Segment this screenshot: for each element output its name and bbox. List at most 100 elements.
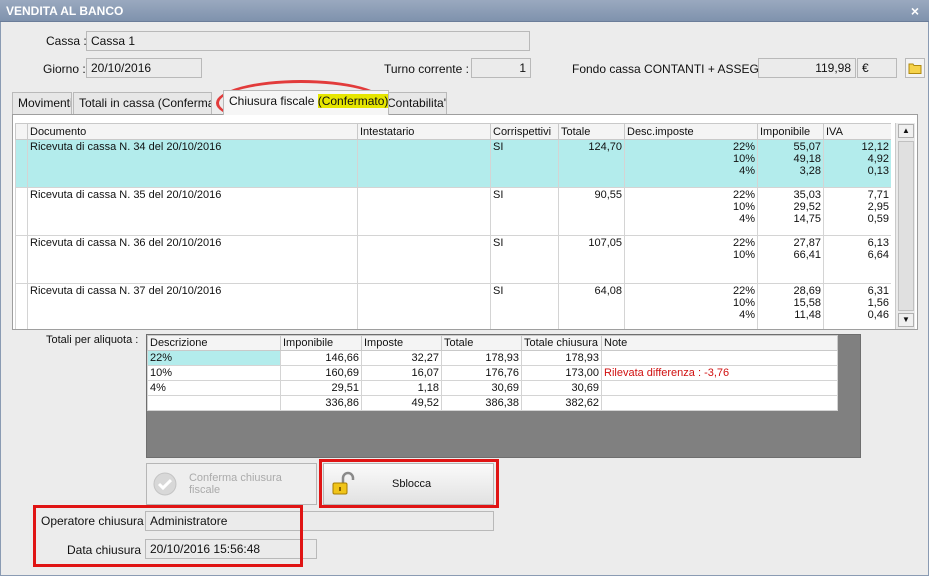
tab-chiusura-status: (Confermato) bbox=[317, 94, 389, 108]
imp-value: 66,41 bbox=[793, 249, 821, 261]
imponibile-cell: 146,66 bbox=[280, 350, 362, 366]
operatore-label: Operatore chiusura : bbox=[41, 514, 151, 528]
totale-cell: 64,08 bbox=[558, 283, 625, 329]
turno-field[interactable]: 1 bbox=[471, 58, 531, 78]
totale-cell: 176,76 bbox=[441, 365, 522, 381]
corr-cell: SI bbox=[490, 283, 559, 329]
descr-cell: 22% bbox=[147, 350, 281, 366]
data-chiusura-field[interactable]: 20/10/2016 15:56:48 bbox=[145, 539, 317, 559]
col-imposte[interactable]: Imposte bbox=[361, 335, 442, 351]
totale-cell: 107,05 bbox=[558, 235, 625, 284]
tab-chiusura-fiscale[interactable]: Chiusura fiscale (Confermato) bbox=[223, 90, 389, 115]
fondo-cassa-field[interactable]: 119,98 bbox=[758, 58, 856, 78]
aliq-cell: 22% 10% 4% bbox=[624, 187, 758, 236]
imp-value: 11,48 bbox=[794, 309, 821, 321]
tab-contabilita[interactable]: Contabilita' bbox=[381, 92, 447, 114]
col-desc-imposte[interactable]: Desc.imposte bbox=[624, 123, 758, 140]
grid-header: Documento Intestatario Corrispettivi Tot… bbox=[15, 123, 891, 140]
grid-header-indicator bbox=[15, 123, 28, 140]
imposte-cell: 32,27 bbox=[361, 350, 442, 366]
table-row[interactable]: 22% 146,66 32,27 178,93 178,93 bbox=[147, 350, 838, 366]
table-row[interactable]: Ricevuta di cassa N. 36 del 20/10/2016 S… bbox=[15, 235, 891, 284]
col-note[interactable]: Note bbox=[601, 335, 838, 351]
operatore-field[interactable]: Administratore bbox=[145, 511, 494, 531]
imp-value: 14,75 bbox=[793, 213, 821, 225]
imponibile-cell: 336,86 bbox=[280, 395, 362, 411]
iva-cell: 12,12 4,92 0,13 bbox=[823, 139, 891, 188]
iva-value: 0,59 bbox=[867, 213, 889, 225]
doc-cell: Ricevuta di cassa N. 34 del 20/10/2016 bbox=[27, 139, 358, 188]
conferma-chiusura-button[interactable]: Conferma chiusura fiscale bbox=[146, 463, 317, 505]
doc-cell: Ricevuta di cassa N. 35 del 20/10/2016 bbox=[27, 187, 358, 236]
table-row[interactable]: Ricevuta di cassa N. 37 del 20/10/2016 S… bbox=[15, 283, 891, 329]
iva-value: 6,13 bbox=[867, 237, 889, 249]
cassa-label: Cassa : bbox=[46, 34, 87, 48]
table-row[interactable]: 10% 160,69 16,07 176,76 173,00 Rilevata … bbox=[147, 365, 838, 381]
aliq-value: 4% bbox=[739, 309, 755, 321]
intest-cell bbox=[357, 235, 491, 284]
totale-cell: 90,55 bbox=[558, 187, 625, 236]
tab-movimenti[interactable]: Movimenti bbox=[12, 92, 72, 114]
tab-panel: Documento Intestatario Corrispettivi Tot… bbox=[12, 114, 918, 330]
giorno-label: Giorno : bbox=[43, 62, 86, 76]
aliq-value: 22% bbox=[732, 141, 755, 153]
col-totale-chiusura[interactable]: Totale chiusura bbox=[521, 335, 602, 351]
table-row[interactable]: 4% 29,51 1,18 30,69 30,69 bbox=[147, 380, 838, 396]
tab-totali-in-cassa[interactable]: Totali in cassa (Confermato) bbox=[73, 92, 212, 114]
col-totale[interactable]: Totale bbox=[558, 123, 625, 140]
iva-cell: 6,31 1,56 0,46 bbox=[823, 283, 891, 329]
aliq-cell: 22% 10% bbox=[624, 235, 758, 284]
iva-value: 0,13 bbox=[867, 165, 889, 177]
col-iva[interactable]: IVA bbox=[823, 123, 891, 140]
col-corrispettivi[interactable]: Corrispettivi bbox=[490, 123, 559, 140]
currency-field: € bbox=[857, 58, 897, 78]
turno-label: Turno corrente : bbox=[384, 62, 469, 76]
totale-cell: 124,70 bbox=[558, 139, 625, 188]
sblocca-label: Sblocca bbox=[392, 478, 432, 490]
imposte-cell: 1,18 bbox=[361, 380, 442, 396]
scroll-down-icon[interactable]: ▼ bbox=[898, 313, 914, 327]
cassa-field[interactable]: Cassa 1 bbox=[86, 31, 530, 51]
corr-cell: SI bbox=[490, 139, 559, 188]
col-documento[interactable]: Documento bbox=[27, 123, 358, 140]
col-intestatario[interactable]: Intestatario bbox=[357, 123, 491, 140]
corr-cell: SI bbox=[490, 235, 559, 284]
folder-button[interactable] bbox=[905, 58, 925, 78]
close-icon[interactable]: × bbox=[907, 0, 923, 22]
giorno-field[interactable]: 20/10/2016 bbox=[86, 58, 202, 78]
note-cell: Rilevata differenza : -3,76 bbox=[601, 365, 838, 381]
iva-cell: 6,13 6,64 bbox=[823, 235, 891, 284]
scroll-up-icon[interactable]: ▲ bbox=[898, 124, 914, 138]
table-row[interactable]: Ricevuta di cassa N. 34 del 20/10/2016 S… bbox=[15, 139, 891, 188]
iva-value: 1,56 bbox=[867, 297, 889, 309]
folder-icon bbox=[908, 63, 922, 74]
scroll-thumb[interactable] bbox=[898, 141, 914, 311]
table-row[interactable]: 336,86 49,52 386,38 382,62 bbox=[147, 395, 838, 411]
iva-value: 4,92 bbox=[867, 153, 889, 165]
col-imponibile[interactable]: Imponibile bbox=[757, 123, 824, 140]
imp-value: 49,18 bbox=[793, 153, 821, 165]
table-row[interactable]: Ricevuta di cassa N. 35 del 20/10/2016 S… bbox=[15, 187, 891, 236]
aliq-value: 10% bbox=[732, 153, 755, 165]
totale-chiusura-cell: 30,69 bbox=[521, 380, 602, 396]
iva-cell: 7,71 2,95 0,59 bbox=[823, 187, 891, 236]
sblocca-button[interactable]: Sblocca bbox=[323, 463, 494, 505]
imposte-cell: 16,07 bbox=[361, 365, 442, 381]
note-cell bbox=[601, 350, 838, 366]
totals-area: Descrizione Imponibile Imposte Totale To… bbox=[146, 334, 861, 458]
col-imponibile[interactable]: Imponibile bbox=[280, 335, 362, 351]
aliq-cell: 22% 10% 4% bbox=[624, 283, 758, 329]
col-descrizione[interactable]: Descrizione bbox=[147, 335, 281, 351]
vertical-scrollbar[interactable]: ▲ ▼ bbox=[895, 123, 915, 329]
iva-value: 2,95 bbox=[867, 201, 889, 213]
corr-cell: SI bbox=[490, 187, 559, 236]
tab-chiusura-label: Chiusura fiscale bbox=[229, 94, 318, 108]
totale-cell: 178,93 bbox=[441, 350, 522, 366]
intest-cell bbox=[357, 283, 491, 329]
row-indicator bbox=[15, 235, 28, 284]
aliq-value: 4% bbox=[739, 213, 755, 225]
col-totale[interactable]: Totale bbox=[441, 335, 522, 351]
imp-value: 55,07 bbox=[793, 141, 821, 153]
documents-grid: Documento Intestatario Corrispettivi Tot… bbox=[15, 123, 891, 329]
aliq-value: 10% bbox=[732, 201, 755, 213]
